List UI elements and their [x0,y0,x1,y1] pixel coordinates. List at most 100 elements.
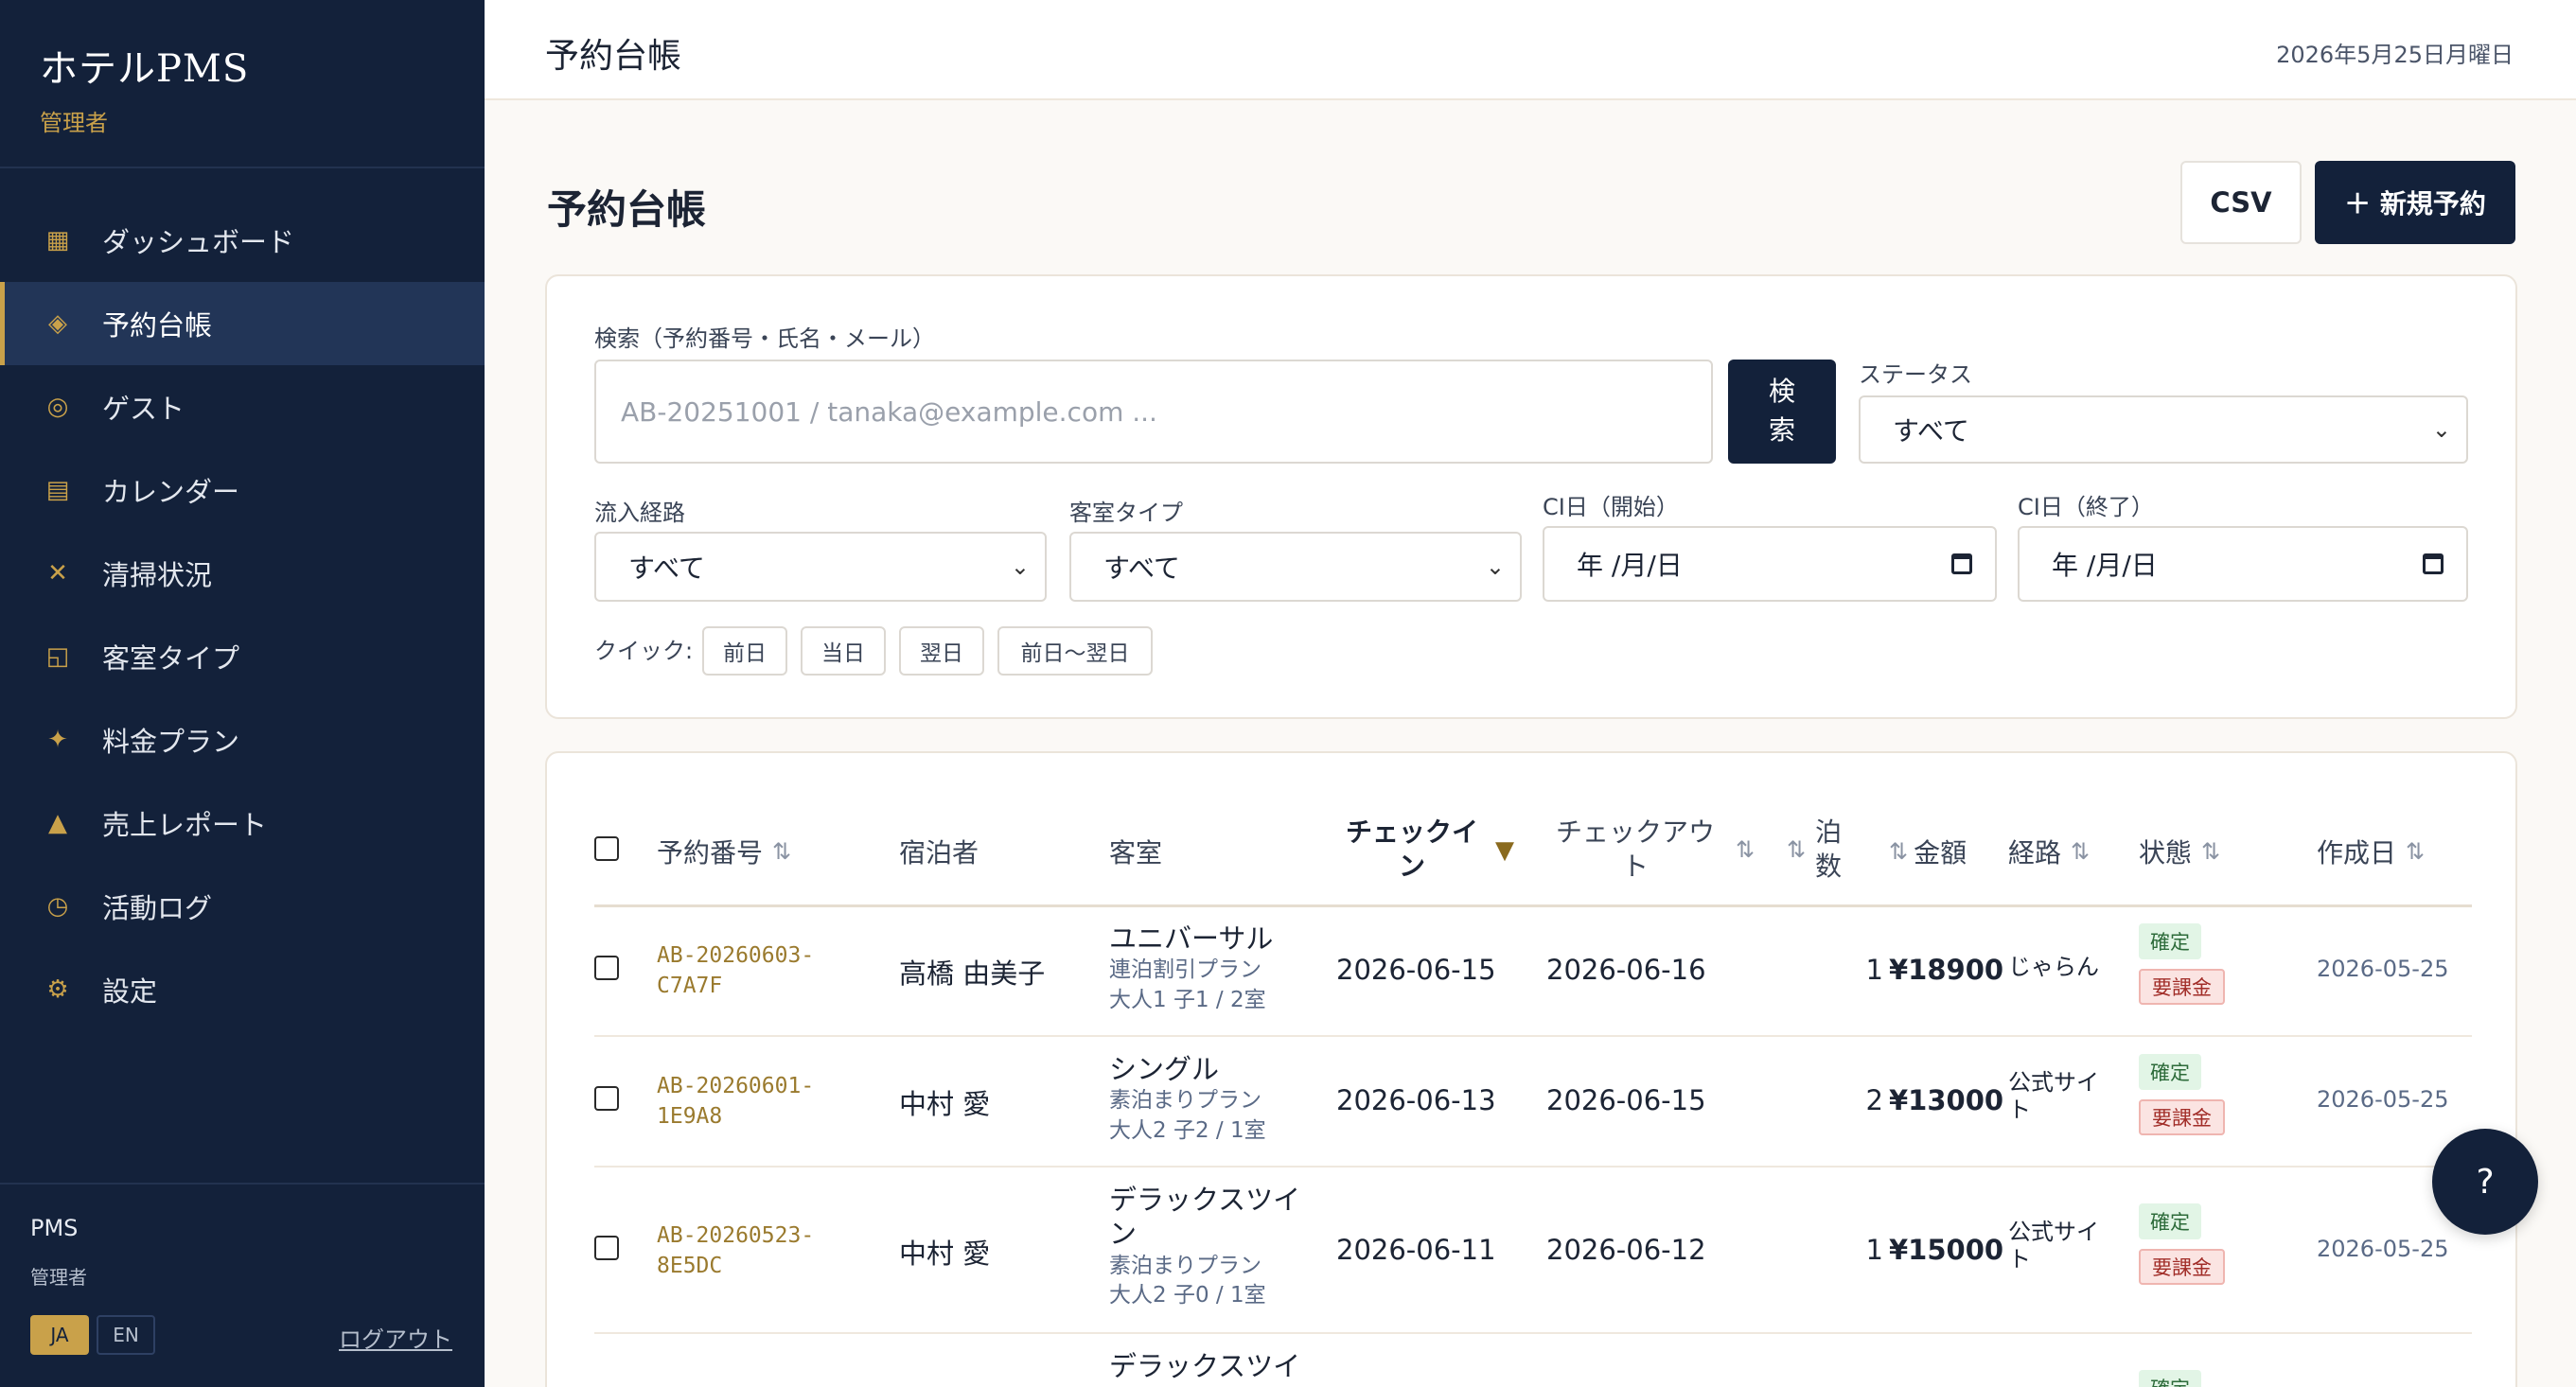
quick-label: クイック: [594,638,694,664]
route: 公式サイ ト [2008,1069,2099,1124]
amount: ¥13000 [1889,1084,2004,1116]
search-button[interactable]: 検 索 [1728,360,1836,464]
footer-user-role: 管理者 [30,1266,87,1289]
sidebar-item-calendar[interactable]: ▤ カレンダー [0,448,485,532]
payment-badge: 要課金 [2139,969,2225,1005]
column-header-checkout[interactable]: チェックアウ ト [1556,816,1715,885]
sidebar-item-reservations[interactable]: ◈ 予約台帳 [0,282,485,365]
ci-end-date-input[interactable]: 年 /月/日 [2018,526,2468,602]
brand: ホテルPMS 管理者 [40,38,249,137]
row-checkbox[interactable] [594,1086,619,1111]
sidebar-item-label: 予約台帳 [102,309,213,342]
star-icon: ✦ [47,726,68,754]
header-label: 金額 [1914,837,1967,869]
column-header-guest: 宿泊者 [899,837,979,869]
route-text: ト [2008,1245,2031,1273]
row-checkbox[interactable] [594,956,619,980]
room-info: シングル 素泊まりプラン 大人2 子2 / 1室 [1109,1052,1266,1147]
reservation-id-link[interactable]: AB-20260603- C7A7F [657,940,814,1001]
reservation-id-link[interactable]: AB-20260601- 1E9A8 [657,1071,814,1132]
channel-select-value: すべて [628,553,705,584]
lang-en-button[interactable]: EN [97,1315,155,1355]
reservation-id-part: C7A7F [657,974,723,999]
row-divider [594,1166,2472,1168]
header-label: 状態 [2139,837,2193,869]
created-date: 2026-05-25 [2317,1086,2449,1113]
gear-icon: ⚙ [46,975,69,1004]
circle-icon: ◎ [46,393,69,421]
filter-panel: 検索（予約番号・氏名・メール） AB-20251001 / tanaka@exa… [545,274,2517,719]
search-button-label-1: 検 [1768,376,1795,408]
column-header-created[interactable]: 作成日 ⇅ [2317,833,2425,870]
sort-icon: ⇅ [1889,838,1909,865]
new-reservation-button[interactable]: ＋ 新規予約 [2315,161,2515,244]
room-info: デラックスツイ ン 素泊まりプラン 大人2 子0 / 1室 [1109,1183,1300,1311]
sidebar-footer-divider [0,1183,485,1185]
payment-badge: 要課金 [2139,1249,2225,1285]
route: 公式サイ ト [2008,1219,2099,1273]
quick-prev-day-button[interactable]: 前日 [702,626,787,676]
sort-icon[interactable]: ⇅ [1777,836,1806,863]
channel-select[interactable]: すべて ⌄ [594,532,1047,602]
page-title: 予約台帳 [547,186,707,233]
row-divider [594,1332,2472,1334]
lang-ja-button[interactable]: JA [30,1315,89,1355]
sidebar-item-label: 設定 [102,975,158,1008]
header-label: 経路 [2008,837,2062,869]
row-checkbox[interactable] [594,1236,619,1260]
route-text: 公式サイ [2008,1069,2099,1096]
reservations-table: 予約番号 ⇅ 宿泊者 客室 チェックイ ン ▼ チェックアウ ト ⇅ ⇅ 泊 数… [545,751,2517,1387]
ci-end-date-value: 年 /月/日 [2052,550,2158,581]
status-select[interactable]: すべて ⌄ [1859,395,2468,464]
reservation-id-part: AB-20260603- [657,943,815,968]
sidebar-item-dashboard[interactable]: ▦ ダッシュボード [0,199,485,282]
diamond-icon: ◈ [48,309,67,338]
quick-today-button[interactable]: 当日 [801,626,886,676]
sidebar-item-sales-report[interactable]: ▲ 売上レポート [0,781,485,865]
search-input[interactable]: AB-20251001 / tanaka@example.com ... [594,360,1713,464]
column-header-status[interactable]: 状態 ⇅ [2139,833,2220,870]
header-label: 予約番号 [657,837,764,869]
status-badge: 確定 [2139,1370,2201,1387]
column-header-route[interactable]: 経路 ⇅ [2008,833,2090,870]
nights: 1 [1865,1234,1883,1266]
quick-range-button[interactable]: 前日〜翌日 [997,626,1153,676]
help-button[interactable]: ? [2432,1129,2538,1235]
checkout-date: 2026-06-16 [1546,954,1706,986]
header-label: ト [1622,851,1650,883]
sidebar-item-room-types[interactable]: ◱ 客室タイプ [0,615,485,698]
route-text: ト [2008,1096,2031,1123]
reservation-id-link[interactable]: AB-20260523- 8E5DC [657,1220,814,1281]
checkin-date: 2026-06-15 [1336,954,1496,986]
sidebar-item-settings[interactable]: ⚙ 設定 [0,948,485,1031]
logout-link[interactable]: ログアウト [339,1321,452,1354]
plan-name: 連泊割引プラン [1109,957,1262,983]
column-header-id[interactable]: 予約番号 ⇅ [657,833,791,870]
checkout-date: 2026-06-12 [1546,1234,1706,1266]
column-header-nights[interactable]: 泊 数 [1815,816,1842,885]
search-button-label-2: 索 [1768,414,1795,446]
sort-desc-icon[interactable]: ▼ [1495,836,1514,865]
quick-next-day-button[interactable]: 翌日 [899,626,984,676]
roomtype-select[interactable]: すべて ⌄ [1069,532,1522,602]
roomtype-label: 客室タイプ [1069,500,1183,526]
chevron-down-icon: ⌄ [1485,553,1505,580]
route-text: じゃらん [2008,954,2099,980]
brand-subtitle: 管理者 [40,110,108,136]
brand-title: ホテルPMS [40,47,250,91]
sidebar-item-activity-log[interactable]: ◷ 活動ログ [0,865,485,948]
sidebar-item-rate-plans[interactable]: ✦ 料金プラン [0,698,485,781]
reservation-id-part: 1E9A8 [657,1104,723,1130]
header-label: 作成日 [2317,837,2397,869]
ci-start-date-input[interactable]: 年 /月/日 [1543,526,1997,602]
csv-export-button[interactable]: CSV [2180,161,2302,244]
sort-icon[interactable]: ⇅ [1726,836,1755,863]
column-header-checkin[interactable]: チェックイ ン [1346,816,1478,885]
footer-app-name: PMS [30,1215,79,1241]
column-header-amount[interactable]: ⇅ 金額 [1889,833,1967,870]
sidebar-item-guests[interactable]: ◎ ゲスト [0,365,485,448]
header-divider [594,904,2472,907]
payment-badge: 要課金 [2139,1099,2225,1135]
sidebar-item-housekeeping[interactable]: ✕ 清掃状況 [0,532,485,615]
select-all-checkbox[interactable] [594,836,619,861]
